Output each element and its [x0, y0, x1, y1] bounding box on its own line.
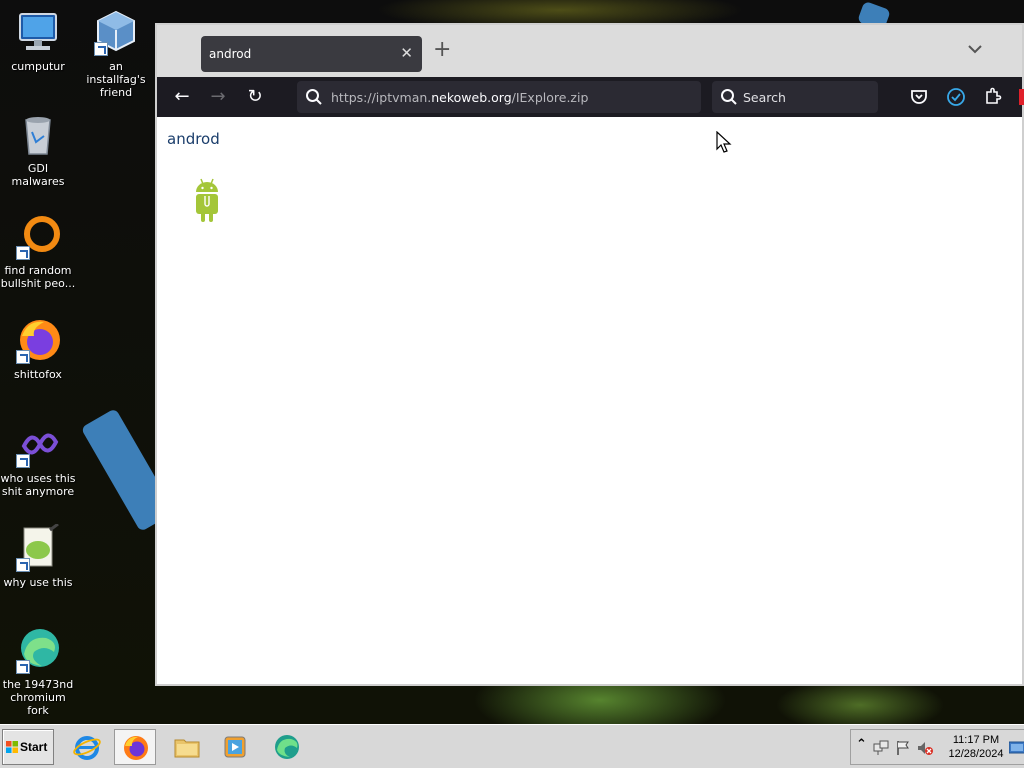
internet-explorer-icon [73, 736, 101, 760]
desktop-icon-chromium-fork[interactable]: the 19473nd chromium fork [0, 626, 76, 717]
action-center-flag-icon[interactable] [895, 740, 911, 756]
desktop-icon-computer[interactable]: cumputur [0, 8, 76, 73]
taskbar-firefox[interactable] [114, 729, 156, 765]
browser-window: androd ✕ + ← → ↻ https://iptvman.nekoweb… [155, 23, 1024, 686]
clock-date: 12/28/2024 [948, 748, 1004, 760]
mouse-cursor-icon [716, 131, 732, 153]
start-button[interactable]: Start [2, 729, 54, 765]
url-prefix: https://iptvman. [331, 90, 432, 105]
network-icon[interactable] [873, 740, 889, 756]
recycle-bin-icon [14, 110, 62, 158]
list-all-tabs-button[interactable] [968, 42, 982, 58]
url-host: nekoweb.org [431, 90, 512, 105]
tab-active[interactable]: androd ✕ [201, 36, 422, 72]
desktop-icon-why-use-this[interactable]: why use this [0, 522, 76, 589]
shortcut-arrow-icon [94, 42, 108, 56]
desktop-icon-label: why use this [3, 576, 73, 589]
android-icon[interactable] [193, 178, 221, 224]
shortcut-arrow-icon [16, 454, 30, 468]
edge-icon [275, 735, 299, 759]
address-bar[interactable]: https://iptvman.nekoweb.org/IExplore.zip [297, 81, 701, 113]
back-button[interactable]: ← [170, 85, 194, 109]
computer-icon [14, 8, 62, 56]
forward-button[interactable]: → [206, 85, 230, 109]
show-hidden-icons-button[interactable]: ⌃ [856, 737, 872, 753]
shortcut-arrow-icon [16, 660, 30, 674]
show-desktop-icon[interactable] [1009, 740, 1024, 756]
desktop-icon-label: find random bullshit peo... [0, 264, 76, 290]
firefox-icon [124, 736, 148, 760]
virtualbox-icon [92, 8, 140, 56]
search-icon [721, 89, 737, 105]
desktop-icon-shittofox[interactable]: shittofox [0, 316, 76, 381]
desktop-icon-label: the 19473nd chromium fork [2, 678, 74, 717]
folder-icon [174, 739, 200, 758]
start-label: Start [20, 740, 48, 754]
desktop-icon-label: an installfag's friend [86, 60, 146, 99]
chevron-down-icon [968, 45, 982, 54]
search-placeholder: Search [743, 90, 786, 105]
account-sync-icon[interactable] [946, 87, 966, 107]
pocket-icon[interactable] [909, 87, 929, 107]
firefox-icon [14, 316, 62, 364]
desktop-icon-label: shittofox [14, 368, 62, 381]
taskbar: Start ⌃ 11:17 PM 12/28/2024 [0, 724, 1024, 768]
media-player-icon [224, 736, 246, 758]
shortcut-arrow-icon [16, 246, 30, 260]
desktop-icon-who-uses-this[interactable]: who uses this shit anymore [0, 420, 76, 498]
desktop-icon-label: GDI malwares [11, 162, 65, 188]
desktop-icon-find-random[interactable]: find random bullshit peo... [0, 212, 76, 290]
clock-time: 11:17 PM [952, 734, 1000, 746]
notepad-plus-plus-icon [14, 522, 62, 572]
shortcut-arrow-icon [16, 350, 30, 364]
visual-studio-icon [14, 420, 62, 468]
desktop-icon-label: who uses this shit anymore [0, 472, 76, 498]
page-content: androd [157, 117, 1022, 684]
taskbar-browser-fork[interactable] [266, 729, 308, 765]
desktop-icon-gdi-malwares[interactable]: GDI malwares [0, 110, 76, 188]
new-tab-button[interactable]: + [433, 39, 451, 61]
tab-strip: androd ✕ + [157, 25, 1022, 77]
clock[interactable]: 11:17 PM 12/28/2024 [945, 733, 1007, 761]
reload-button[interactable]: ↻ [243, 85, 267, 109]
system-tray: ⌃ 11:17 PM 12/28/2024 [850, 729, 1024, 765]
search-bar[interactable]: Search [712, 81, 878, 113]
address-bar-url: https://iptvman.nekoweb.org/IExplore.zip [331, 90, 588, 105]
edge-icon [14, 626, 62, 674]
page-title: androd [167, 130, 220, 148]
desktop-icon-virtualbox[interactable]: an installfag's friend [78, 8, 154, 99]
windows-logo-icon [6, 741, 18, 753]
close-tab-icon[interactable]: ✕ [400, 44, 413, 62]
orange-ring-icon [14, 212, 62, 260]
navigation-toolbar: ← → ↻ https://iptvman.nekoweb.org/IExplo… [157, 77, 1024, 117]
shortcut-arrow-icon [16, 558, 30, 572]
search-icon [306, 89, 322, 105]
tab-title: androd [209, 47, 252, 61]
volume-muted-icon[interactable] [917, 740, 933, 756]
menu-edge-icon[interactable] [1019, 89, 1024, 105]
taskbar-file-explorer[interactable] [166, 729, 208, 765]
taskbar-media-player[interactable] [214, 729, 256, 765]
taskbar-internet-explorer[interactable] [66, 729, 108, 765]
desktop-icon-label: cumputur [11, 60, 65, 73]
extensions-icon[interactable] [982, 87, 1002, 107]
url-path: /IExplore.zip [511, 90, 589, 105]
